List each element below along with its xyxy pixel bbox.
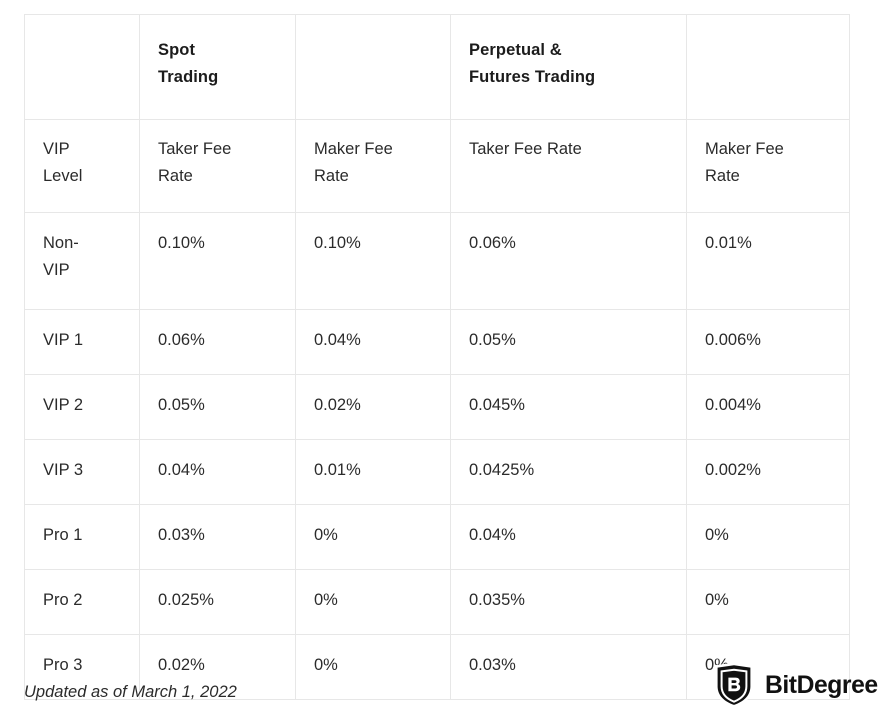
cell-perp-taker-text: 0.03%: [469, 656, 516, 674]
table-row: VIP 2 0.05% 0.02% 0.045% 0.004%: [24, 374, 850, 440]
cell-perp-maker-text: 0.004%: [705, 396, 761, 414]
cell-spot-maker-text: 0%: [314, 656, 338, 674]
cell-vip-level-text: Pro 3: [43, 656, 83, 674]
cell-spot-maker: 0%: [295, 569, 451, 635]
column-header-spot-maker-fee-rate: Maker Fee Rate: [295, 119, 451, 213]
cell-spot-taker-text: 0.02%: [158, 656, 205, 674]
table-row: VIP 1 0.06% 0.04% 0.05% 0.006%: [24, 309, 850, 375]
cell-vip-level: Pro 2: [24, 569, 140, 635]
cell-spot-maker: 0%: [295, 634, 451, 700]
cell-vip-level-text: VIP 3: [43, 461, 84, 479]
cell-perp-maker: 0.002%: [686, 439, 850, 505]
column-header-perp-maker-fee-rate: Maker Fee Rate: [686, 119, 850, 213]
column-header-perp-taker-fee-rate-text: Taker Fee Rate: [469, 140, 582, 158]
table-row: Non- VIP 0.10% 0.10% 0.06% 0.01%: [24, 212, 850, 310]
vip-fee-table: Spot Trading Perpetual & Futures Trading…: [24, 14, 850, 700]
cell-vip-level-text: Pro 2: [43, 591, 83, 609]
cell-perp-maker: 0%: [686, 569, 850, 635]
group-header-blank-spot: [295, 14, 451, 120]
cell-vip-level: VIP 1: [24, 309, 140, 375]
cell-spot-taker-text: 0.025%: [158, 591, 214, 609]
cell-spot-taker: 0.06%: [139, 309, 296, 375]
cell-vip-level-text: Non- VIP: [43, 234, 79, 279]
cell-perp-taker-text: 0.0425%: [469, 461, 535, 479]
column-header-perp-maker-fee-rate-text: Maker Fee Rate: [705, 140, 784, 185]
cell-perp-taker: 0.045%: [450, 374, 687, 440]
group-header-spot-trading-text: Spot Trading: [158, 41, 219, 86]
cell-spot-taker-text: 0.05%: [158, 396, 205, 414]
cell-spot-taker: 0.10%: [139, 212, 296, 310]
cell-perp-taker: 0.05%: [450, 309, 687, 375]
cell-spot-maker-text: 0%: [314, 526, 338, 544]
cell-perp-taker-text: 0.04%: [469, 526, 516, 544]
cell-vip-level-text: Pro 1: [43, 526, 83, 544]
table-column-header-row: VIP Level Taker Fee Rate Maker Fee Rate …: [24, 119, 850, 213]
cell-vip-level: VIP 2: [24, 374, 140, 440]
cell-spot-maker: 0.02%: [295, 374, 451, 440]
cell-spot-taker: 0.05%: [139, 374, 296, 440]
cell-spot-maker-text: 0.02%: [314, 396, 361, 414]
column-header-spot-taker-fee-rate: Taker Fee Rate: [139, 119, 296, 213]
table-row: VIP 3 0.04% 0.01% 0.0425% 0.002%: [24, 439, 850, 505]
cell-perp-taker-text: 0.035%: [469, 591, 525, 609]
cell-perp-maker-text: 0.006%: [705, 331, 761, 349]
cell-spot-taker: 0.04%: [139, 439, 296, 505]
cell-perp-maker: 0%: [686, 504, 850, 570]
cell-perp-maker: 0.006%: [686, 309, 850, 375]
cell-perp-maker: 0.004%: [686, 374, 850, 440]
shield-b-logo-icon: [715, 662, 753, 708]
fee-table-page: Spot Trading Perpetual & Futures Trading…: [0, 0, 880, 714]
bitdegree-wordmark: BitDegree: [765, 672, 878, 699]
group-header-spot-trading: Spot Trading: [139, 14, 296, 120]
cell-spot-maker-text: 0.01%: [314, 461, 361, 479]
cell-perp-maker-text: 0.01%: [705, 234, 752, 252]
cell-vip-level: Non- VIP: [24, 212, 140, 310]
cell-perp-taker-text: 0.05%: [469, 331, 516, 349]
bitdegree-wordmark-text: BitDegree: [765, 672, 878, 699]
table-row: Pro 1 0.03% 0% 0.04% 0%: [24, 504, 850, 570]
cell-vip-level-text: VIP 2: [43, 396, 84, 414]
cell-spot-taker-text: 0.03%: [158, 526, 205, 544]
cell-spot-maker-text: 0%: [314, 591, 338, 609]
cell-perp-taker-text: 0.045%: [469, 396, 525, 414]
cell-perp-taker-text: 0.06%: [469, 234, 516, 252]
cell-perp-taker: 0.0425%: [450, 439, 687, 505]
column-header-vip-level: VIP Level: [24, 119, 140, 213]
group-header-perpetual-futures-trading: Perpetual & Futures Trading: [450, 14, 687, 120]
cell-spot-taker: 0.025%: [139, 569, 296, 635]
table-group-header-row: Spot Trading Perpetual & Futures Trading: [24, 14, 850, 120]
cell-spot-taker-text: 0.06%: [158, 331, 205, 349]
cell-perp-taker: 0.03%: [450, 634, 687, 700]
column-header-perp-taker-fee-rate: Taker Fee Rate: [450, 119, 687, 213]
cell-spot-maker: 0%: [295, 504, 451, 570]
cell-vip-level-text: VIP 1: [43, 331, 84, 349]
column-header-spot-taker-fee-rate-text: Taker Fee Rate: [158, 140, 232, 185]
cell-spot-maker: 0.01%: [295, 439, 451, 505]
cell-perp-taker: 0.035%: [450, 569, 687, 635]
column-header-spot-maker-fee-rate-text: Maker Fee Rate: [314, 140, 393, 185]
cell-spot-taker-text: 0.10%: [158, 234, 205, 252]
cell-perp-taker: 0.04%: [450, 504, 687, 570]
cell-spot-taker: 0.03%: [139, 504, 296, 570]
cell-perp-maker-text: 0%: [705, 526, 729, 544]
group-header-blank-perpetual: [686, 14, 850, 120]
table-caption: Updated as of March 1, 2022: [24, 683, 237, 701]
cell-perp-maker: 0.01%: [686, 212, 850, 310]
cell-spot-maker: 0.04%: [295, 309, 451, 375]
cell-perp-taker: 0.06%: [450, 212, 687, 310]
group-header-blank-level: [24, 14, 140, 120]
cell-vip-level: VIP 3: [24, 439, 140, 505]
cell-spot-maker: 0.10%: [295, 212, 451, 310]
cell-spot-taker-text: 0.04%: [158, 461, 205, 479]
cell-perp-maker-text: 0%: [705, 591, 729, 609]
group-header-perpetual-futures-trading-text: Perpetual & Futures Trading: [469, 41, 596, 86]
cell-spot-maker-text: 0.04%: [314, 331, 361, 349]
cell-spot-maker-text: 0.10%: [314, 234, 361, 252]
cell-vip-level: Pro 1: [24, 504, 140, 570]
table-row: Pro 2 0.025% 0% 0.035% 0%: [24, 569, 850, 635]
bitdegree-logo: BitDegree: [712, 662, 878, 708]
cell-perp-maker-text: 0.002%: [705, 461, 761, 479]
column-header-vip-level-text: VIP Level: [43, 140, 83, 185]
